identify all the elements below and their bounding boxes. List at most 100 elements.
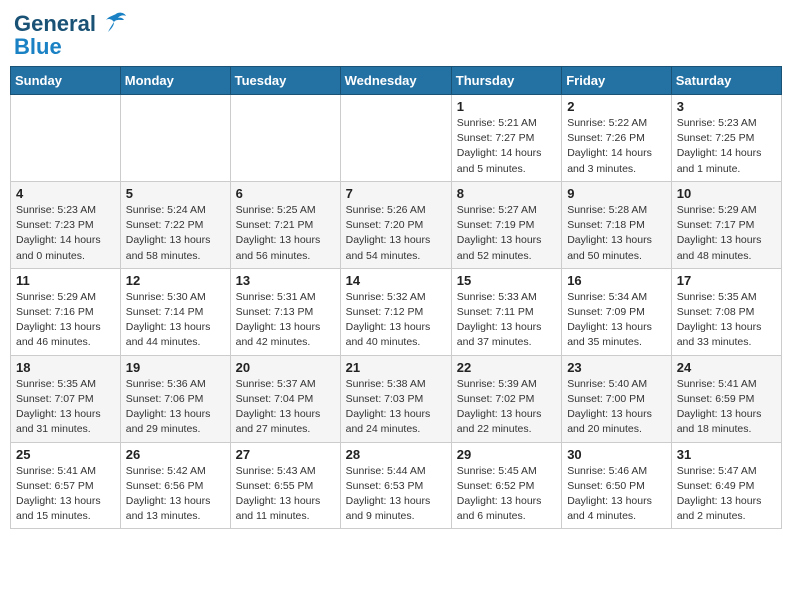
calendar-cell: 28Sunrise: 5:44 AM Sunset: 6:53 PM Dayli… [340, 442, 451, 529]
calendar-cell: 27 Sunrise: 5:43 AM Sunset: 6:55 PM Dayli… [230, 442, 340, 529]
day-number: 20 [236, 360, 335, 375]
day-info: Sunrise: 5:32 AM Sunset: 7:12 PM Dayligh… [346, 290, 446, 351]
day-number: 29 [457, 447, 556, 462]
calendar-cell: 7 Sunrise: 5:26 AM Sunset: 7:20 PM Daylig… [340, 181, 451, 268]
day-number: 27 [236, 447, 335, 462]
calendar-cell: 9Sunrise: 5:28 AM Sunset: 7:18 PM Daylig… [562, 181, 672, 268]
page-header: General Blue [10, 10, 782, 60]
day-number: 4 [16, 186, 115, 201]
day-number: 12 [126, 273, 225, 288]
day-number: 15 [457, 273, 556, 288]
day-info: Sunrise: 5:43 AM Sunset: 6:55 PM Dayligh… [236, 464, 335, 525]
calendar-cell: 14 Sunrise: 5:32 AM Sunset: 7:12 PM Dayli… [340, 268, 451, 355]
day-info: Sunrise: 5:27 AM Sunset: 7:19 PM Dayligh… [457, 203, 556, 264]
day-info: Sunrise: 5:41 AM Sunset: 6:59 PM Dayligh… [677, 377, 776, 438]
day-info: Sunrise: 5:35 AM Sunset: 7:08 PM Dayligh… [677, 290, 776, 351]
day-number: 14 [346, 273, 446, 288]
calendar-cell: 24Sunrise: 5:41 AM Sunset: 6:59 PM Dayli… [671, 355, 781, 442]
calendar-table: SundayMondayTuesdayWednesdayThursdayFrid… [10, 66, 782, 529]
weekday-header-wednesday: Wednesday [340, 67, 451, 95]
week-row-4: 18 Sunrise: 5:35 AM Sunset: 7:07 PM Dayli… [11, 355, 782, 442]
week-row-5: 25 Sunrise: 5:41 AM Sunset: 6:57 PM Dayli… [11, 442, 782, 529]
day-info: Sunrise: 5:41 AM Sunset: 6:57 PM Dayligh… [16, 464, 115, 525]
calendar-cell: 15 Sunrise: 5:33 AM Sunset: 7:11 PM Dayli… [451, 268, 561, 355]
calendar-cell [11, 95, 121, 182]
calendar-cell: 23 Sunrise: 5:40 AM Sunset: 7:00 PM Dayli… [562, 355, 672, 442]
calendar-cell [230, 95, 340, 182]
day-number: 22 [457, 360, 556, 375]
day-info: Sunrise: 5:29 AM Sunset: 7:17 PM Dayligh… [677, 203, 776, 264]
day-number: 7 [346, 186, 446, 201]
day-number: 19 [126, 360, 225, 375]
calendar-cell: 22Sunrise: 5:39 AM Sunset: 7:02 PM Dayli… [451, 355, 561, 442]
calendar-cell: 10Sunrise: 5:29 AM Sunset: 7:17 PM Dayli… [671, 181, 781, 268]
day-number: 25 [16, 447, 115, 462]
weekday-header-sunday: Sunday [11, 67, 121, 95]
calendar-body: 1 Sunrise: 5:21 AM Sunset: 7:27 PM Daylig… [11, 95, 782, 529]
calendar-cell: 30 Sunrise: 5:46 AM Sunset: 6:50 PM Dayli… [562, 442, 672, 529]
day-number: 3 [677, 99, 776, 114]
calendar-cell: 3 Sunrise: 5:23 AM Sunset: 7:25 PM Daylig… [671, 95, 781, 182]
calendar-cell: 16 Sunrise: 5:34 AM Sunset: 7:09 PM Dayli… [562, 268, 672, 355]
day-number: 17 [677, 273, 776, 288]
calendar-cell: 21 Sunrise: 5:38 AM Sunset: 7:03 PM Dayli… [340, 355, 451, 442]
calendar-cell: 2Sunrise: 5:22 AM Sunset: 7:26 PM Daylig… [562, 95, 672, 182]
calendar-cell: 31Sunrise: 5:47 AM Sunset: 6:49 PM Dayli… [671, 442, 781, 529]
day-info: Sunrise: 5:45 AM Sunset: 6:52 PM Dayligh… [457, 464, 556, 525]
weekday-header-thursday: Thursday [451, 67, 561, 95]
week-row-1: 1 Sunrise: 5:21 AM Sunset: 7:27 PM Daylig… [11, 95, 782, 182]
day-info: Sunrise: 5:22 AM Sunset: 7:26 PM Dayligh… [567, 116, 666, 177]
calendar-cell: 1 Sunrise: 5:21 AM Sunset: 7:27 PM Daylig… [451, 95, 561, 182]
day-info: Sunrise: 5:38 AM Sunset: 7:03 PM Dayligh… [346, 377, 446, 438]
calendar-cell: 26 Sunrise: 5:42 AM Sunset: 6:56 PM Dayli… [120, 442, 230, 529]
calendar-cell: 4 Sunrise: 5:23 AM Sunset: 7:23 PM Daylig… [11, 181, 121, 268]
day-number: 21 [346, 360, 446, 375]
day-info: Sunrise: 5:33 AM Sunset: 7:11 PM Dayligh… [457, 290, 556, 351]
day-number: 8 [457, 186, 556, 201]
day-number: 5 [126, 186, 225, 201]
calendar-cell: 12 Sunrise: 5:30 AM Sunset: 7:14 PM Dayli… [120, 268, 230, 355]
day-info: Sunrise: 5:36 AM Sunset: 7:06 PM Dayligh… [126, 377, 225, 438]
logo: General Blue [14, 10, 128, 60]
calendar-cell: 29 Sunrise: 5:45 AM Sunset: 6:52 PM Dayli… [451, 442, 561, 529]
calendar-cell: 19 Sunrise: 5:36 AM Sunset: 7:06 PM Dayli… [120, 355, 230, 442]
day-number: 26 [126, 447, 225, 462]
day-info: Sunrise: 5:37 AM Sunset: 7:04 PM Dayligh… [236, 377, 335, 438]
calendar-cell: 25 Sunrise: 5:41 AM Sunset: 6:57 PM Dayli… [11, 442, 121, 529]
weekday-header-monday: Monday [120, 67, 230, 95]
day-number: 18 [16, 360, 115, 375]
day-number: 6 [236, 186, 335, 201]
calendar-cell: 13Sunrise: 5:31 AM Sunset: 7:13 PM Dayli… [230, 268, 340, 355]
day-number: 9 [567, 186, 666, 201]
calendar-cell: 20 Sunrise: 5:37 AM Sunset: 7:04 PM Dayli… [230, 355, 340, 442]
day-number: 1 [457, 99, 556, 114]
day-info: Sunrise: 5:29 AM Sunset: 7:16 PM Dayligh… [16, 290, 115, 351]
day-info: Sunrise: 5:42 AM Sunset: 6:56 PM Dayligh… [126, 464, 225, 525]
calendar-cell [120, 95, 230, 182]
calendar-cell [340, 95, 451, 182]
calendar-cell: 18 Sunrise: 5:35 AM Sunset: 7:07 PM Dayli… [11, 355, 121, 442]
calendar-cell: 6 Sunrise: 5:25 AM Sunset: 7:21 PM Daylig… [230, 181, 340, 268]
logo-bird-icon [98, 10, 128, 38]
day-info: Sunrise: 5:35 AM Sunset: 7:07 PM Dayligh… [16, 377, 115, 438]
day-info: Sunrise: 5:23 AM Sunset: 7:23 PM Dayligh… [16, 203, 115, 264]
day-info: Sunrise: 5:26 AM Sunset: 7:20 PM Dayligh… [346, 203, 446, 264]
day-info: Sunrise: 5:46 AM Sunset: 6:50 PM Dayligh… [567, 464, 666, 525]
day-info: Sunrise: 5:40 AM Sunset: 7:00 PM Dayligh… [567, 377, 666, 438]
day-number: 11 [16, 273, 115, 288]
weekday-header-saturday: Saturday [671, 67, 781, 95]
calendar-cell: 5Sunrise: 5:24 AM Sunset: 7:22 PM Daylig… [120, 181, 230, 268]
day-info: Sunrise: 5:34 AM Sunset: 7:09 PM Dayligh… [567, 290, 666, 351]
day-number: 31 [677, 447, 776, 462]
day-number: 16 [567, 273, 666, 288]
calendar-cell: 11 Sunrise: 5:29 AM Sunset: 7:16 PM Dayli… [11, 268, 121, 355]
day-info: Sunrise: 5:30 AM Sunset: 7:14 PM Dayligh… [126, 290, 225, 351]
weekday-header-row: SundayMondayTuesdayWednesdayThursdayFrid… [11, 67, 782, 95]
day-number: 30 [567, 447, 666, 462]
day-number: 23 [567, 360, 666, 375]
day-info: Sunrise: 5:23 AM Sunset: 7:25 PM Dayligh… [677, 116, 776, 177]
day-info: Sunrise: 5:25 AM Sunset: 7:21 PM Dayligh… [236, 203, 335, 264]
day-info: Sunrise: 5:21 AM Sunset: 7:27 PM Dayligh… [457, 116, 556, 177]
week-row-2: 4 Sunrise: 5:23 AM Sunset: 7:23 PM Daylig… [11, 181, 782, 268]
day-info: Sunrise: 5:44 AM Sunset: 6:53 PM Dayligh… [346, 464, 446, 525]
